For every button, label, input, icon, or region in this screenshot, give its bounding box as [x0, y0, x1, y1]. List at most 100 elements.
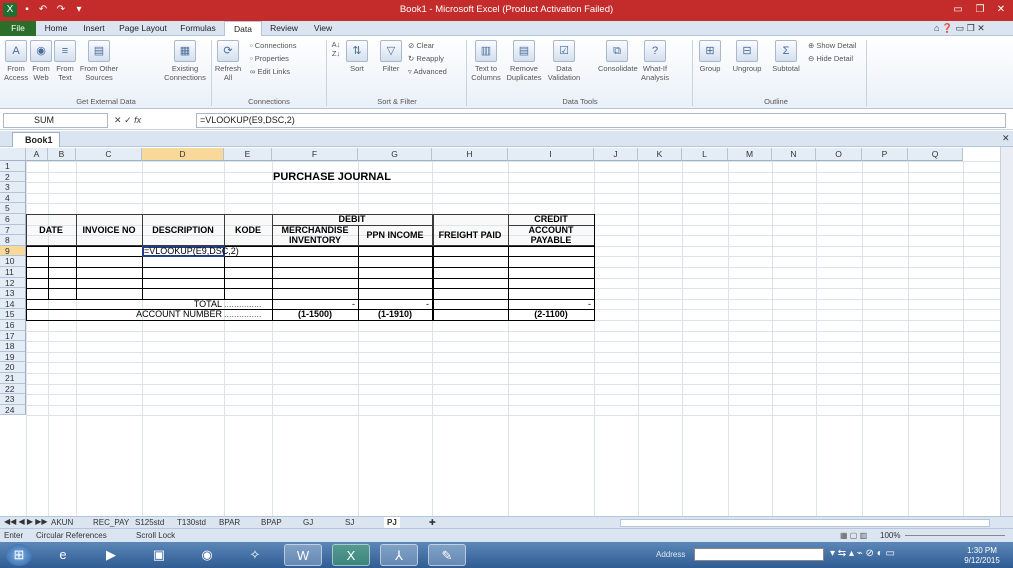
- header-invoice[interactable]: INVOICE NO: [76, 214, 142, 246]
- insert-function-icon[interactable]: fx: [134, 115, 141, 125]
- paint-icon[interactable]: ✎: [428, 544, 466, 566]
- column-header[interactable]: Q: [908, 148, 963, 161]
- column-header[interactable]: D: [142, 148, 224, 161]
- header-freight[interactable]: FREIGHT PAID: [432, 225, 508, 246]
- row-header[interactable]: 21: [0, 373, 26, 384]
- total-ppn[interactable]: -: [358, 299, 432, 310]
- connections-button[interactable]: ▫ Connections: [250, 40, 296, 51]
- what-if-button[interactable]: ? What-If Analysis: [638, 40, 672, 82]
- column-header[interactable]: J: [594, 148, 638, 161]
- remove-duplicates-button[interactable]: ▤ Remove Duplicates: [506, 40, 542, 82]
- tab-data[interactable]: Data: [224, 21, 262, 37]
- account-ppn[interactable]: (1-1910): [358, 309, 432, 320]
- from-text-button[interactable]: ≡ From Text: [54, 40, 76, 82]
- hide-detail-button[interactable]: ⊖ Hide Detail: [808, 53, 853, 64]
- show-detail-button[interactable]: ⊕ Show Detail: [808, 40, 856, 51]
- clear-button[interactable]: ⊘ Clear: [408, 40, 434, 51]
- existing-connections-button[interactable]: ▦ Existing Connections: [162, 40, 208, 82]
- row-header[interactable]: 24: [0, 404, 26, 416]
- row-header[interactable]: 23: [0, 394, 26, 405]
- media-player-icon[interactable]: ▶: [92, 544, 130, 566]
- row-header[interactable]: 10: [0, 256, 26, 267]
- cell-editor[interactable]: =VLOOKUP(E9,DSC,2): [142, 246, 358, 257]
- advanced-button[interactable]: ▿ Advanced: [408, 66, 447, 77]
- row-header[interactable]: 15: [0, 309, 26, 320]
- row-header[interactable]: 11: [0, 267, 26, 278]
- minimize-icon[interactable]: ▭: [948, 3, 968, 17]
- row-header[interactable]: 20: [0, 362, 26, 373]
- sheet-nav-icon[interactable]: ◀◀ ◀ ▶ ▶▶: [4, 517, 48, 526]
- row-header[interactable]: 13: [0, 288, 26, 299]
- subtotal-button[interactable]: Σ Subtotal: [768, 40, 804, 73]
- row-header[interactable]: 8: [0, 235, 26, 246]
- header-ppn[interactable]: PPN INCOME: [358, 225, 432, 246]
- header-payable[interactable]: ACCOUNT PAYABLE: [508, 225, 594, 246]
- close-icon[interactable]: ✕: [991, 3, 1011, 17]
- row-header[interactable]: 18: [0, 341, 26, 352]
- account-payable[interactable]: (2-1100): [508, 309, 594, 320]
- ie-icon[interactable]: e: [44, 544, 82, 566]
- sort-button[interactable]: ⇅ Sort: [344, 40, 370, 73]
- tab-review[interactable]: Review: [264, 21, 304, 36]
- view-buttons-icon[interactable]: ▦ ▢ ▥: [840, 529, 867, 542]
- data-validation-button[interactable]: ☑ Data Validation: [546, 40, 582, 82]
- select-all-corner[interactable]: [0, 148, 26, 161]
- close-workbook-icon[interactable]: ✕: [1002, 133, 1010, 144]
- column-header[interactable]: F: [272, 148, 358, 161]
- row-header[interactable]: 14: [0, 298, 26, 310]
- column-header[interactable]: K: [638, 148, 682, 161]
- column-header[interactable]: N: [772, 148, 816, 161]
- filter-button[interactable]: ▽ Filter: [378, 40, 404, 73]
- column-header[interactable]: M: [728, 148, 772, 161]
- from-other-sources-button[interactable]: ▤ From Other Sources: [78, 40, 120, 82]
- account-merch[interactable]: (1-1500): [272, 309, 358, 320]
- restore-icon[interactable]: ❐: [970, 3, 990, 17]
- tab-page-layout[interactable]: Page Layout: [114, 21, 172, 36]
- column-header[interactable]: I: [508, 148, 594, 161]
- refresh-all-button[interactable]: ⟳ Refresh All: [214, 40, 242, 82]
- column-header[interactable]: H: [432, 148, 508, 161]
- cancel-icon[interactable]: ✕: [114, 115, 122, 125]
- ungroup-button[interactable]: ⊟ Ungroup: [728, 40, 766, 73]
- vertical-scrollbar[interactable]: [1000, 147, 1013, 516]
- spreadsheet-grid[interactable]: A B C D E F G H I J K L M N O P Q 1 2 3 4 5 6 7 8 9 10 11 12 13 14 15 16…: [0, 148, 1000, 516]
- sort-az-icon[interactable]: A↓ Z↓: [330, 40, 342, 58]
- tab-view[interactable]: View: [306, 21, 340, 36]
- column-header[interactable]: E: [224, 148, 272, 161]
- row-header[interactable]: 4: [0, 192, 26, 204]
- row-header[interactable]: 6: [0, 214, 26, 225]
- tray-icons[interactable]: ▾ ⇆ ▴ ⌁ ⊘ ◐ ▭: [830, 548, 895, 559]
- header-merchandise[interactable]: MERCHANDISE INVENTORY: [272, 225, 358, 246]
- firefox-icon[interactable]: ◉: [188, 544, 226, 566]
- column-header[interactable]: L: [682, 148, 728, 161]
- header-date[interactable]: DATE: [26, 214, 76, 246]
- column-header[interactable]: A: [26, 148, 48, 161]
- edit-links-button[interactable]: ∞ Edit Links: [250, 66, 290, 77]
- row-header[interactable]: 1: [0, 161, 26, 172]
- tab-insert[interactable]: Insert: [76, 21, 112, 36]
- workbook-tab[interactable]: Book1: [12, 132, 60, 147]
- zoom-slider[interactable]: [905, 535, 1005, 536]
- total-payable[interactable]: -: [508, 299, 594, 310]
- column-header[interactable]: P: [862, 148, 908, 161]
- tab-formulas[interactable]: Formulas: [174, 21, 222, 36]
- account-dots[interactable]: ...............: [224, 309, 272, 320]
- app-icon[interactable]: ✧: [236, 544, 274, 566]
- word-icon[interactable]: W: [284, 544, 322, 566]
- header-credit[interactable]: CREDIT: [508, 214, 594, 225]
- start-button[interactable]: ⊞: [6, 544, 32, 566]
- from-access-button[interactable]: A From Access: [4, 40, 28, 82]
- pdf-icon[interactable]: ⅄: [380, 544, 418, 566]
- row-header[interactable]: 9: [0, 245, 26, 257]
- total-dots[interactable]: ...............: [224, 299, 272, 310]
- header-kode[interactable]: KODE: [224, 214, 272, 246]
- row-header[interactable]: 2: [0, 171, 26, 183]
- column-header[interactable]: G: [358, 148, 432, 161]
- column-header[interactable]: C: [76, 148, 142, 161]
- excel-icon[interactable]: X: [332, 544, 370, 566]
- header-description[interactable]: DESCRIPTION: [142, 214, 224, 246]
- total-merch[interactable]: -: [272, 299, 358, 310]
- horizontal-scrollbar[interactable]: [620, 519, 990, 527]
- row-header[interactable]: 19: [0, 351, 26, 363]
- account-number-label[interactable]: ACCOUNT NUMBER: [26, 309, 224, 320]
